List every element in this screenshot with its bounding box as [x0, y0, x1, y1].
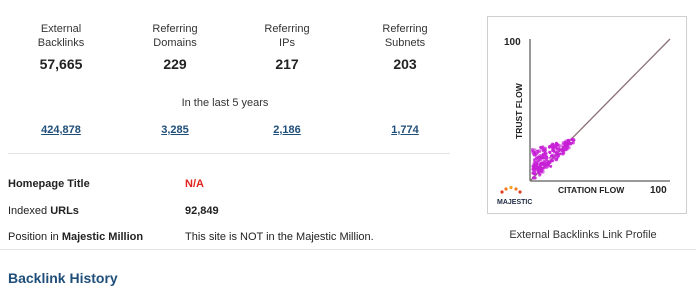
scatter-point [530, 148, 534, 151]
scatter-point [532, 150, 535, 153]
scatter-point [563, 145, 566, 148]
scatter-point [533, 176, 537, 180]
period-label: In the last 5 years [181, 97, 269, 109]
stat-referring-ips: Referring IPs 217 [232, 22, 342, 72]
scatter-point [536, 149, 539, 153]
scatter-point [561, 140, 566, 145]
scatter-point [559, 148, 564, 152]
scatter-point [536, 165, 540, 170]
stat-external-backlinks: External Backlinks 57,665 [6, 22, 116, 72]
scatter-point [539, 170, 543, 173]
scatter-point [543, 148, 547, 153]
chart-caption: External Backlinks Link Profile [509, 229, 657, 241]
backlink-history-title: Backlink History [8, 270, 118, 286]
scatter-point [567, 141, 571, 145]
stat-label: Referring Domains [152, 23, 198, 49]
scatter-point [536, 170, 540, 174]
scatter-point [550, 142, 555, 147]
scatter-point [539, 156, 543, 160]
scatter-point [534, 157, 538, 160]
historic-subnets[interactable]: 1,774 [350, 124, 460, 136]
link-profile-chart: 100 100 TRUST FLOW CITATION FLOW MAJESTI… [487, 16, 687, 214]
stat-value: 229 [163, 56, 187, 72]
historic-subnets-link[interactable]: 1,774 [391, 124, 419, 136]
scatter-point [572, 137, 576, 142]
scatter-point [544, 157, 547, 161]
scatter-points [530, 137, 576, 180]
homepage-title-value: N/A [185, 178, 204, 190]
section-divider [0, 249, 696, 250]
stat-referring-subnets: Referring Subnets 203 [350, 22, 460, 72]
historic-domains-link[interactable]: 3,285 [161, 124, 189, 136]
scatter-point [548, 156, 552, 160]
stat-label: Referring Subnets [382, 23, 428, 49]
scatter-point [541, 153, 545, 157]
scatter-point [555, 147, 558, 150]
stat-value: 203 [393, 56, 417, 72]
scatter-point [567, 146, 571, 150]
majestic-million-value: This site is NOT in the Majestic Million… [185, 231, 374, 243]
scatter-point [539, 145, 542, 149]
y-axis-label: TRUST FLOW [514, 82, 524, 139]
indexed-urls-label: Indexed URLs [8, 205, 79, 217]
majestic-million-label: Position in Majestic Million [8, 231, 143, 243]
scatter-point [550, 159, 554, 163]
scatter-point [565, 148, 568, 151]
y-max-label: 100 [504, 37, 521, 48]
x-max-label: 100 [650, 185, 667, 196]
scatter-point [547, 162, 551, 165]
scatter-point [539, 164, 542, 168]
logo-text: MAJESTIC [497, 199, 532, 206]
historic-ips[interactable]: 2,186 [232, 124, 342, 136]
homepage-title-label: Homepage Title [8, 178, 90, 190]
scatter-point [535, 163, 538, 166]
logo-dot [509, 185, 513, 190]
logo-dot [504, 187, 508, 191]
scatter-point [549, 164, 553, 168]
scatter-point [553, 156, 557, 161]
scatter-point [547, 150, 551, 153]
scatter-point [533, 172, 536, 176]
historic-backlinks-link[interactable]: 424,878 [41, 124, 81, 136]
link-profile-svg: 100 100 TRUST FLOW CITATION FLOW MAJESTI… [497, 37, 671, 206]
stat-referring-domains: Referring Domains 229 [120, 22, 230, 72]
scatter-point [552, 150, 556, 153]
position-label-prefix: Position in [8, 231, 62, 243]
scatter-point [545, 152, 548, 155]
stat-label: Referring IPs [264, 23, 310, 49]
scatter-point [541, 168, 545, 172]
historic-ips-link[interactable]: 2,186 [273, 124, 301, 136]
indexed-label-bold: URLs [50, 205, 79, 217]
scatter-point [556, 153, 561, 158]
logo-dot [500, 190, 504, 194]
scatter-point [548, 144, 552, 149]
indexed-urls-value: 92,849 [185, 205, 219, 217]
logo-dot [518, 190, 522, 194]
position-label-bold: Majestic Million [61, 231, 144, 243]
historic-domains[interactable]: 3,285 [120, 124, 230, 136]
divider [8, 153, 450, 154]
majestic-logo: MAJESTIC [497, 185, 532, 206]
stat-label: External Backlinks [37, 23, 85, 49]
scatter-point [537, 173, 542, 177]
stat-value: 57,665 [39, 56, 83, 72]
scatter-point [556, 143, 560, 147]
logo-dot [514, 187, 518, 191]
historic-backlinks[interactable]: 424,878 [6, 124, 116, 136]
scatter-point [561, 152, 565, 156]
stat-value: 217 [275, 56, 299, 72]
scatter-point [538, 162, 542, 166]
x-axis-label: CITATION FLOW [558, 185, 625, 195]
scatter-point [541, 163, 545, 167]
indexed-label-prefix: Indexed [8, 205, 51, 217]
